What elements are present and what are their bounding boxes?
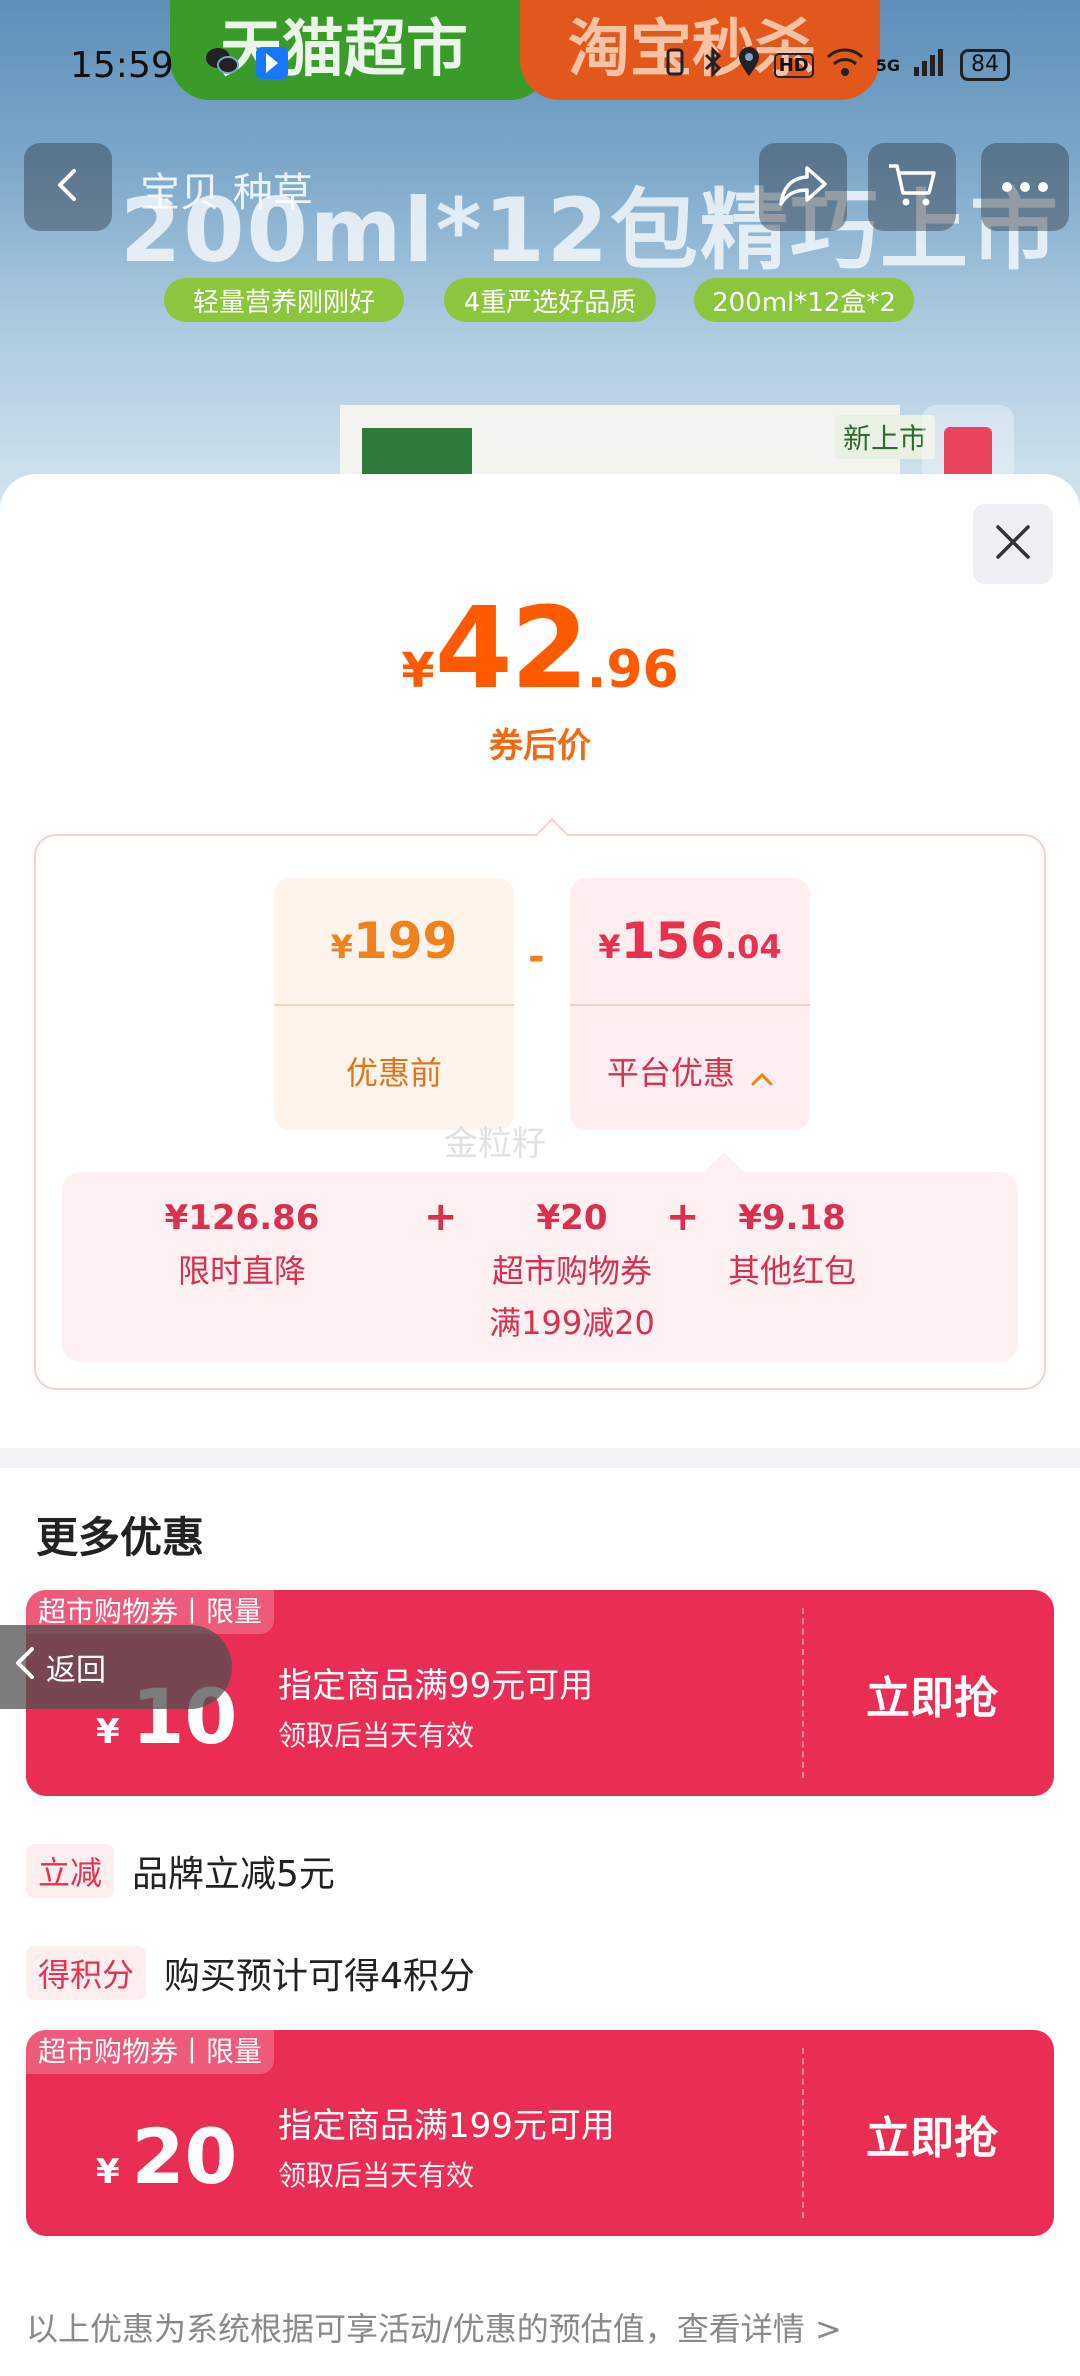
coupon-condition: 指定商品满199元可用 bbox=[278, 2106, 615, 2146]
coupon-currency: ¥ bbox=[96, 2152, 120, 2192]
platform-discount-integer: 156 bbox=[620, 912, 725, 970]
coupon-card[interactable]: 超市购物券丨限量 ¥20 指定商品满199元可用 领取后当天有效 立即抢 bbox=[26, 2030, 1054, 2236]
breakdown-label: 限时直降 bbox=[177, 1252, 306, 1290]
more-icon bbox=[1001, 178, 1049, 197]
more-button[interactable] bbox=[981, 143, 1069, 231]
back-button[interactable] bbox=[24, 143, 112, 231]
breakdown-item: ¥20 超市购物券 满199减20 bbox=[472, 1198, 672, 1344]
final-price: ¥42.96 bbox=[0, 584, 1080, 714]
original-price-label: 优惠前 bbox=[345, 1054, 442, 1092]
cart-button[interactable] bbox=[868, 143, 956, 231]
breakdown-amount: ¥9.18 bbox=[738, 1198, 846, 1238]
product-chip: 200ml*12盒*2 bbox=[694, 278, 914, 322]
wechat-icon bbox=[204, 45, 240, 85]
share-button[interactable] bbox=[759, 143, 847, 231]
location-icon bbox=[736, 46, 762, 85]
share-icon bbox=[777, 162, 829, 212]
promo-tag: 得积分 bbox=[26, 1946, 147, 2000]
discount-breakdown: ¥126.86 限时直降 + ¥20 超市购物券 满199减20 + ¥9.18… bbox=[62, 1152, 1018, 1362]
final-price-integer: 42 bbox=[434, 584, 589, 714]
estimate-disclaimer-link[interactable]: 以上优惠为系统根据可享活动/优惠的预估值，查看详情 > bbox=[26, 2304, 842, 2350]
vibrate-icon bbox=[660, 46, 690, 85]
platform-discount-label: 平台优惠 bbox=[606, 1054, 735, 1092]
product-chip: 4重严选好品质 bbox=[444, 278, 656, 322]
promo-row: 立减 品牌立减5元 bbox=[26, 1844, 335, 1898]
close-icon bbox=[994, 523, 1032, 565]
final-price-caption: 券后价 bbox=[489, 726, 591, 766]
original-price-value: 199 bbox=[352, 912, 458, 970]
chevron-up-icon[interactable] bbox=[751, 1056, 773, 1094]
watermark: 金粒籽 bbox=[444, 1124, 546, 1164]
breakdown-amount: ¥20 bbox=[536, 1198, 608, 1238]
platform-discount-decimal: .04 bbox=[724, 928, 782, 966]
platform-discount-card[interactable]: ¥156.04 平台优惠 bbox=[570, 878, 810, 1130]
breakdown-amount: ¥126.86 bbox=[164, 1198, 320, 1238]
coupon-validity: 领取后当天有效 bbox=[278, 1719, 475, 1752]
coupon-value: 20 bbox=[131, 2112, 238, 2201]
promo-tag: 立减 bbox=[26, 1844, 115, 1898]
wifi-icon bbox=[826, 47, 864, 84]
nav-tabs-text[interactable]: 宝贝 种草 bbox=[140, 160, 313, 218]
original-price-currency: ¥ bbox=[330, 928, 353, 966]
close-button[interactable] bbox=[973, 504, 1053, 584]
grab-coupon-button[interactable]: 立即抢 bbox=[866, 1662, 998, 1726]
cart-icon bbox=[886, 161, 938, 213]
app-icon bbox=[254, 45, 290, 85]
new-badge: 新上市 bbox=[835, 415, 936, 459]
battery-indicator: 84 bbox=[960, 49, 1010, 81]
grab-coupon-button[interactable]: 立即抢 bbox=[866, 2102, 998, 2166]
promo-text: 购买预计可得4积分 bbox=[164, 1956, 475, 1997]
price-detail-sheet: ¥42.96 券后价 ¥199 优惠前 - ¥156.04 平台优惠 金粒籽 ¥… bbox=[0, 474, 1080, 2376]
platform-discount-currency: ¥ bbox=[598, 928, 621, 966]
more-offers-title: 更多优惠 bbox=[36, 1513, 205, 1562]
breakdown-label: 超市购物券 bbox=[491, 1252, 652, 1290]
breakdown-item: ¥126.86 限时直降 bbox=[152, 1198, 332, 1292]
promo-text: 品牌立减5元 bbox=[132, 1854, 335, 1895]
promo-row: 得积分 购买预计可得4积分 bbox=[26, 1946, 475, 2000]
coupon-condition: 指定商品满99元可用 bbox=[278, 1666, 594, 1706]
price-calculation-box: ¥199 优惠前 - ¥156.04 平台优惠 金粒籽 ¥126.86 限时直降… bbox=[34, 818, 1046, 1390]
product-chip: 轻量营养刚刚好 bbox=[164, 278, 404, 322]
bluetooth-icon bbox=[702, 45, 724, 85]
return-floating-button[interactable]: 返回 bbox=[0, 1625, 232, 1709]
original-price-card: ¥199 优惠前 bbox=[274, 878, 514, 1130]
final-price-decimal: .96 bbox=[586, 640, 679, 700]
final-price-currency: ¥ bbox=[401, 643, 435, 699]
hd-icon: HD bbox=[773, 52, 814, 78]
breakdown-item: ¥9.18 其他红包 bbox=[692, 1198, 892, 1292]
coupon-currency: ¥ bbox=[96, 1712, 120, 1752]
network-type: 5G bbox=[875, 55, 900, 75]
status-time: 15:59 bbox=[70, 44, 174, 86]
return-label: 返回 bbox=[46, 1653, 106, 1688]
chevron-left-icon bbox=[12, 1645, 38, 1689]
back-icon bbox=[48, 165, 88, 209]
status-bar: 15:59 HD 5G 84 bbox=[0, 30, 1080, 100]
coupon-tag: 超市购物券丨限量 bbox=[26, 2030, 275, 2074]
coupon-validity: 领取后当天有效 bbox=[278, 2159, 475, 2192]
plus-sign: + bbox=[424, 1194, 458, 1240]
breakdown-label: 其他红包 bbox=[727, 1252, 856, 1290]
breakdown-sub: 满199减20 bbox=[489, 1304, 655, 1342]
signal-icon bbox=[912, 47, 948, 84]
section-divider bbox=[0, 1448, 1080, 1468]
minus-sign: - bbox=[528, 934, 545, 980]
